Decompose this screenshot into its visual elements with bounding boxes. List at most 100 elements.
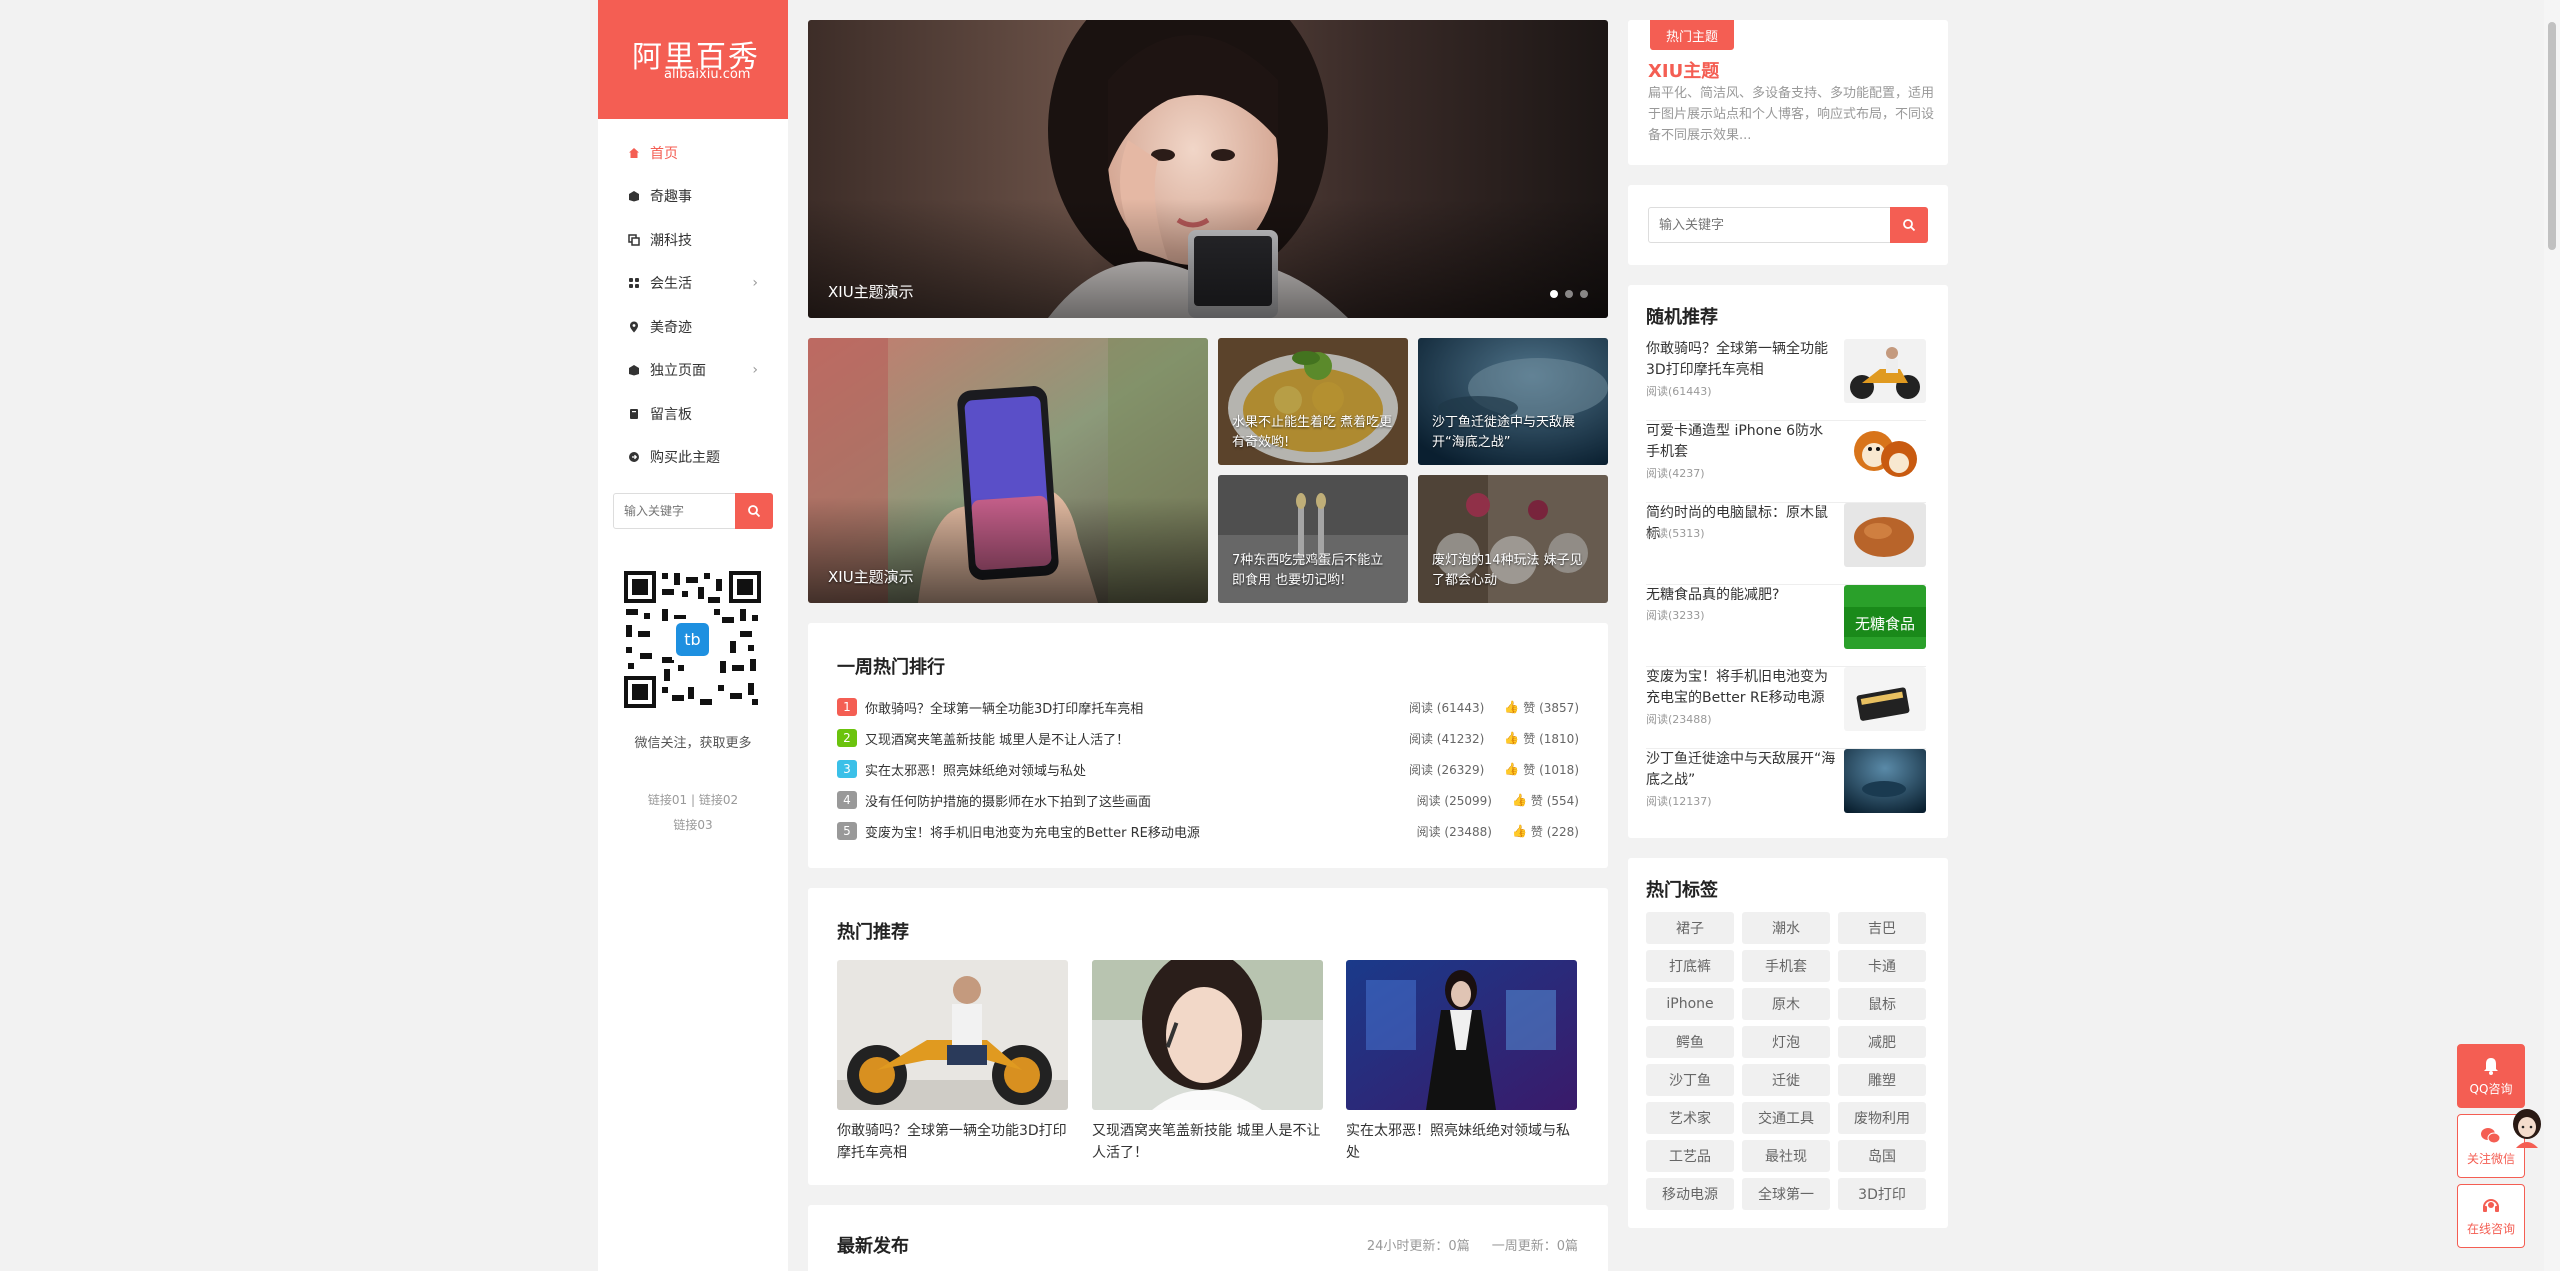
- nav-item-guestbook[interactable]: 留言板: [598, 392, 788, 436]
- theme-name[interactable]: XIU主题: [1648, 57, 1719, 83]
- rank-like-count: 赞 (554): [1530, 793, 1579, 808]
- tag-item[interactable]: 3D打印: [1838, 1178, 1926, 1210]
- tag-item[interactable]: 手机套: [1742, 950, 1830, 982]
- random-item-title[interactable]: 沙丁鱼迁徙途中与天敌展开“海底之战”: [1646, 749, 1836, 791]
- tag-item[interactable]: 废物利用: [1838, 1102, 1926, 1134]
- theme-widget: 热门主题 XIU主题 扁平化、简洁风、多设备支持、多功能配置，适用于图片展示站点…: [1628, 20, 1948, 165]
- random-item-title[interactable]: 变废为宝！将手机旧电池变为充电宝的Better RE移动电源: [1646, 667, 1836, 709]
- nav-item-qiqushi[interactable]: 奇趣事: [598, 175, 788, 219]
- random-item-title[interactable]: 你敢骑吗？全球第一辆全功能3D打印摩托车亮相: [1646, 339, 1836, 381]
- slider-dot-2[interactable]: [1565, 290, 1573, 298]
- nav-item-home[interactable]: 首页: [598, 131, 788, 175]
- tag-item[interactable]: 岛国: [1838, 1140, 1926, 1172]
- rank-title[interactable]: 没有任何防护措施的摄影师在水下拍到了这些画面: [865, 791, 1417, 810]
- box-icon: [628, 190, 640, 202]
- slider-dot-1[interactable]: [1550, 290, 1558, 298]
- random-item-thumb[interactable]: [1844, 339, 1926, 403]
- random-item-title[interactable]: 无糖食品真的能减肥?: [1646, 585, 1836, 606]
- nav-label: 奇趣事: [650, 189, 692, 206]
- nav-item-pages[interactable]: 独立页面 ›: [598, 349, 788, 393]
- tag-item[interactable]: 潮水: [1742, 912, 1830, 944]
- left-sidebar: 阿里百秀 alibaixiu.com 首页 奇趣事 潮科技 会生活 › 美奇迹 …: [598, 0, 788, 1271]
- scrollbar-thumb[interactable]: [2548, 22, 2556, 250]
- wechat-qr-code: tb: [622, 569, 763, 710]
- qq-consult-button[interactable]: QQ咨询: [2457, 1044, 2525, 1108]
- tag-item[interactable]: 原木: [1742, 988, 1830, 1020]
- random-item-thumb[interactable]: 无糖食品: [1844, 585, 1926, 649]
- random-item-title[interactable]: 可爱卡通造型 iPhone 6防水手机套: [1646, 421, 1836, 463]
- random-item-thumb[interactable]: [1844, 667, 1926, 731]
- sidebar-links-line1[interactable]: 链接01 | 链接02: [598, 788, 788, 813]
- random-item[interactable]: 无糖食品真的能减肥? 阅读(3233) 无糖食品: [1646, 585, 1926, 667]
- nav-item-chaokeji[interactable]: 潮科技: [598, 218, 788, 262]
- random-item-thumb[interactable]: [1844, 503, 1926, 567]
- recommend-image[interactable]: [1092, 960, 1323, 1110]
- rank-title[interactable]: 你敢骑吗？全球第一辆全功能3D打印摩托车亮相: [865, 698, 1409, 717]
- tag-item[interactable]: 鼠标: [1838, 988, 1926, 1020]
- tag-item[interactable]: 卡通: [1838, 950, 1926, 982]
- tag-item[interactable]: 减肥: [1838, 1026, 1926, 1058]
- feature-tile-eggs[interactable]: 7种东西吃完鸡蛋后不能立即食用 也要切记哟!: [1218, 475, 1408, 603]
- tag-item[interactable]: 迁徙: [1742, 1064, 1830, 1096]
- rank-row[interactable]: 3 实在太邪恶！照亮妹纸绝对领域与私处 阅读 (26329) 👍 赞 (1018…: [837, 759, 1579, 779]
- page-scrollbar[interactable]: [2544, 0, 2560, 1271]
- tag-item[interactable]: iPhone: [1646, 988, 1734, 1020]
- tag-item[interactable]: 全球第一: [1742, 1178, 1830, 1210]
- tag-item[interactable]: 吉巴: [1838, 912, 1926, 944]
- slider-dot-3[interactable]: [1580, 290, 1588, 298]
- headset-icon: [2483, 1198, 2499, 1212]
- feature-tile-bulb[interactable]: 废灯泡的14种玩法 妹子见了都会心动: [1418, 475, 1608, 603]
- nav-item-buy[interactable]: 购买此主题: [598, 436, 788, 480]
- thumbs-up-icon: 👍: [1504, 700, 1520, 714]
- recommend-title[interactable]: 你敢骑吗？全球第一辆全功能3D打印摩托车亮相: [837, 1120, 1068, 1164]
- rank-row[interactable]: 5 变废为宝！将手机旧电池变为充电宝的Better RE移动电源 阅读 (234…: [837, 821, 1579, 841]
- tag-item[interactable]: 灯泡: [1742, 1026, 1830, 1058]
- site-logo[interactable]: 阿里百秀 alibaixiu.com: [598, 0, 788, 119]
- tag-item[interactable]: 裙子: [1646, 912, 1734, 944]
- feature-tile-fruit[interactable]: 水果不止能生着吃 煮着吃更有奇效哟!: [1218, 338, 1408, 465]
- sidebar-search-button[interactable]: [735, 493, 773, 529]
- online-consult-button[interactable]: 在线咨询: [2457, 1184, 2525, 1248]
- right-search-button[interactable]: [1890, 207, 1928, 243]
- sidebar-links-line2[interactable]: 链接03: [598, 813, 788, 838]
- random-item-thumb[interactable]: [1844, 749, 1926, 813]
- tag-item[interactable]: 最社现: [1742, 1140, 1830, 1172]
- rank-row[interactable]: 1 你敢骑吗？全球第一辆全功能3D打印摩托车亮相 阅读 (61443) 👍 赞 …: [837, 697, 1579, 717]
- tag-item[interactable]: 艺术家: [1646, 1102, 1734, 1134]
- random-item[interactable]: 可爱卡通造型 iPhone 6防水手机套 阅读(4237): [1646, 421, 1926, 503]
- latest-stat-week: 一周更新：0篇: [1491, 1239, 1578, 1254]
- rank-title[interactable]: 实在太邪恶！照亮妹纸绝对领域与私处: [865, 760, 1409, 779]
- random-item[interactable]: 你敢骑吗？全球第一辆全功能3D打印摩托车亮相 阅读(61443): [1646, 339, 1926, 421]
- service-avatar[interactable]: [2510, 1108, 2544, 1148]
- feature-tile-sardine[interactable]: 沙丁鱼迁徙途中与天敌展开“海底之战”: [1418, 338, 1608, 465]
- recommend-image[interactable]: [1346, 960, 1577, 1110]
- rank-row[interactable]: 2 又现酒窝夹笔盖新技能 城里人是不让人活了！ 阅读 (41232) 👍 赞 (…: [837, 728, 1579, 748]
- random-item[interactable]: 简约时尚的电脑鼠标：原木鼠标 阅读(5313): [1646, 503, 1926, 585]
- recommend-title[interactable]: 实在太邪恶！照亮妹纸绝对领域与私处: [1346, 1120, 1577, 1164]
- recommend-item[interactable]: 你敢骑吗？全球第一辆全功能3D打印摩托车亮相: [837, 960, 1068, 1164]
- main-slider[interactable]: XIU主题演示: [808, 20, 1608, 318]
- tag-item[interactable]: 打底裤: [1646, 950, 1734, 982]
- rank-title[interactable]: 变废为宝！将手机旧电池变为充电宝的Better RE移动电源: [865, 822, 1417, 841]
- nav-item-huishenghuo[interactable]: 会生活 ›: [598, 262, 788, 306]
- tag-item[interactable]: 交通工具: [1742, 1102, 1830, 1134]
- tag-item[interactable]: 沙丁鱼: [1646, 1064, 1734, 1096]
- recommend-image[interactable]: [837, 960, 1068, 1110]
- slider-caption[interactable]: XIU主题演示: [828, 281, 914, 302]
- tag-item[interactable]: 工艺品: [1646, 1140, 1734, 1172]
- recommend-title[interactable]: 又现酒窝夹笔盖新技能 城里人是不让人活了！: [1092, 1120, 1323, 1164]
- sidebar-search-input[interactable]: [614, 494, 734, 528]
- right-search-input[interactable]: [1649, 208, 1879, 242]
- tag-item[interactable]: 雕塑: [1838, 1064, 1926, 1096]
- random-item-thumb[interactable]: [1844, 421, 1926, 485]
- tag-item[interactable]: 移动电源: [1646, 1178, 1734, 1210]
- random-item[interactable]: 沙丁鱼迁徙途中与天敌展开“海底之战” 阅读(12137): [1646, 749, 1926, 831]
- recommend-item[interactable]: 实在太邪恶！照亮妹纸绝对领域与私处: [1346, 960, 1577, 1164]
- nav-item-meiqiji[interactable]: 美奇迹: [598, 305, 788, 349]
- recommend-item[interactable]: 又现酒窝夹笔盖新技能 城里人是不让人活了！: [1092, 960, 1323, 1164]
- random-item[interactable]: 变废为宝！将手机旧电池变为充电宝的Better RE移动电源 阅读(23488): [1646, 667, 1926, 749]
- feature-tile-large[interactable]: XIU主题演示: [808, 338, 1208, 603]
- rank-title[interactable]: 又现酒窝夹笔盖新技能 城里人是不让人活了！: [865, 729, 1409, 748]
- tag-item[interactable]: 鳄鱼: [1646, 1026, 1734, 1058]
- rank-row[interactable]: 4 没有任何防护措施的摄影师在水下拍到了这些画面 阅读 (25099) 👍 赞 …: [837, 790, 1579, 810]
